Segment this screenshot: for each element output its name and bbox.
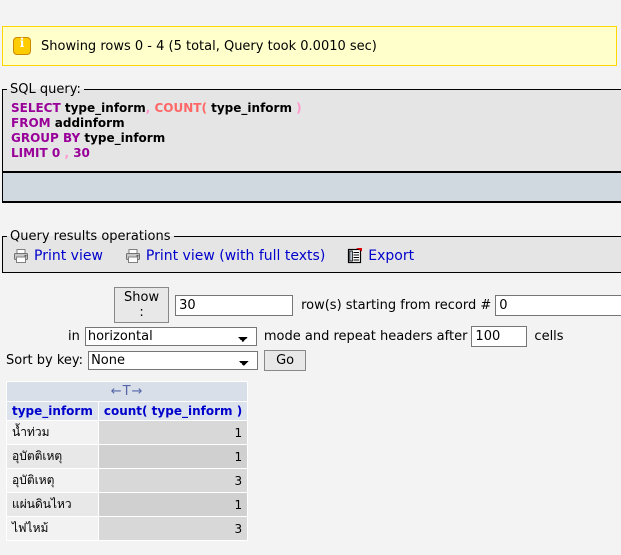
cell-count: 1 xyxy=(98,445,247,469)
sql-line: SELECT type_inform, COUNT( type_inform ) xyxy=(11,101,621,116)
sql-query-text: SELECT type_inform, COUNT( type_inform )… xyxy=(3,97,621,171)
sql-query-legend: SQL query: xyxy=(7,82,84,97)
sql-query-actions-bar[interactable] xyxy=(2,173,621,203)
sort-by-key-label: Sort by key: xyxy=(6,353,83,368)
sql-line: GROUP BY type_inform xyxy=(11,131,621,146)
display-mode-select[interactable]: horizontalhorizontal (rotated headers)ve… xyxy=(85,327,257,346)
query-results-table: ←T→ type_informcount( type_inform ) น้ำท… xyxy=(6,381,248,541)
query-status-text: Showing rows 0 - 4 (5 total, Query took … xyxy=(41,39,377,54)
show-button[interactable]: Show : xyxy=(114,287,169,323)
text-width-toggle-row[interactable]: ←T→ xyxy=(7,382,248,402)
table-row: อุบัติเหตุ3 xyxy=(7,469,248,493)
results-display-controls: Show : row(s) starting from record # in … xyxy=(0,287,621,371)
show-rows-row: Show : row(s) starting from record # xyxy=(0,287,621,323)
printer-icon xyxy=(125,248,141,264)
print-view-label: Print view xyxy=(34,248,103,264)
table-row: แผ่นดินไหว1 xyxy=(7,493,248,517)
table-header-row: type_informcount( type_inform ) xyxy=(7,402,248,421)
mode-repeat-headers-label: mode and repeat headers after xyxy=(264,329,468,344)
query-results-operations-panel: Query results operations Print view xyxy=(2,229,621,273)
operations-links: Print view Print view (with full texts) xyxy=(3,244,621,272)
info-icon xyxy=(13,37,31,55)
starting-record-input[interactable] xyxy=(495,295,621,316)
cell-type-inform: อุบัติเหตุ xyxy=(7,469,99,493)
show-rows-input[interactable] xyxy=(175,295,293,316)
column-header-type-inform[interactable]: type_inform xyxy=(7,402,99,421)
export-clipboard-icon xyxy=(347,248,363,264)
rows-starting-label: row(s) starting from record # xyxy=(301,298,491,313)
printer-icon xyxy=(13,248,29,264)
cell-type-inform: แผ่นดินไหว xyxy=(7,493,99,517)
repeat-headers-input[interactable] xyxy=(471,326,527,347)
results-table-container: ←T→ type_informcount( type_inform ) น้ำท… xyxy=(0,381,621,541)
cell-count: 1 xyxy=(98,493,247,517)
query-results-operations-legend: Query results operations xyxy=(7,229,174,244)
export-label: Export xyxy=(368,248,414,264)
export-link[interactable]: Export xyxy=(347,248,414,264)
query-status-banner: Showing rows 0 - 4 (5 total, Query took … xyxy=(2,26,617,66)
sort-by-key-select[interactable]: None xyxy=(88,351,258,370)
cell-type-inform: อุบัตติเหตุ xyxy=(7,445,99,469)
sort-by-key-row: Sort by key: None Go xyxy=(0,350,621,371)
table-row: อุบัตติเหตุ1 xyxy=(7,445,248,469)
print-view-full-texts-label: Print view (with full texts) xyxy=(146,248,325,264)
print-view-full-texts-link[interactable]: Print view (with full texts) xyxy=(125,248,325,264)
cell-type-inform: น้ำท่วม xyxy=(7,421,99,445)
sql-line: FROM addinform xyxy=(11,116,621,131)
sql-line: LIMIT 0 , 30 xyxy=(11,146,621,161)
column-header-count[interactable]: count( type_inform ) xyxy=(98,402,247,421)
display-mode-row: in horizontalhorizontal (rotated headers… xyxy=(0,326,621,347)
table-row: น้ำท่วม1 xyxy=(7,421,248,445)
print-view-link[interactable]: Print view xyxy=(13,248,103,264)
in-label: in xyxy=(68,329,80,344)
cell-count: 1 xyxy=(98,421,247,445)
text-width-toggle[interactable]: ←T→ xyxy=(7,382,248,402)
sql-query-panel: SQL query: SELECT type_inform, COUNT( ty… xyxy=(2,82,621,173)
table-body: น้ำท่วม1อุบัตติเหตุ1อุบัติเหตุ3แผ่นดินไห… xyxy=(7,421,248,541)
go-button[interactable]: Go xyxy=(264,350,306,371)
cell-count: 3 xyxy=(98,469,247,493)
cells-label: cells xyxy=(534,329,563,344)
